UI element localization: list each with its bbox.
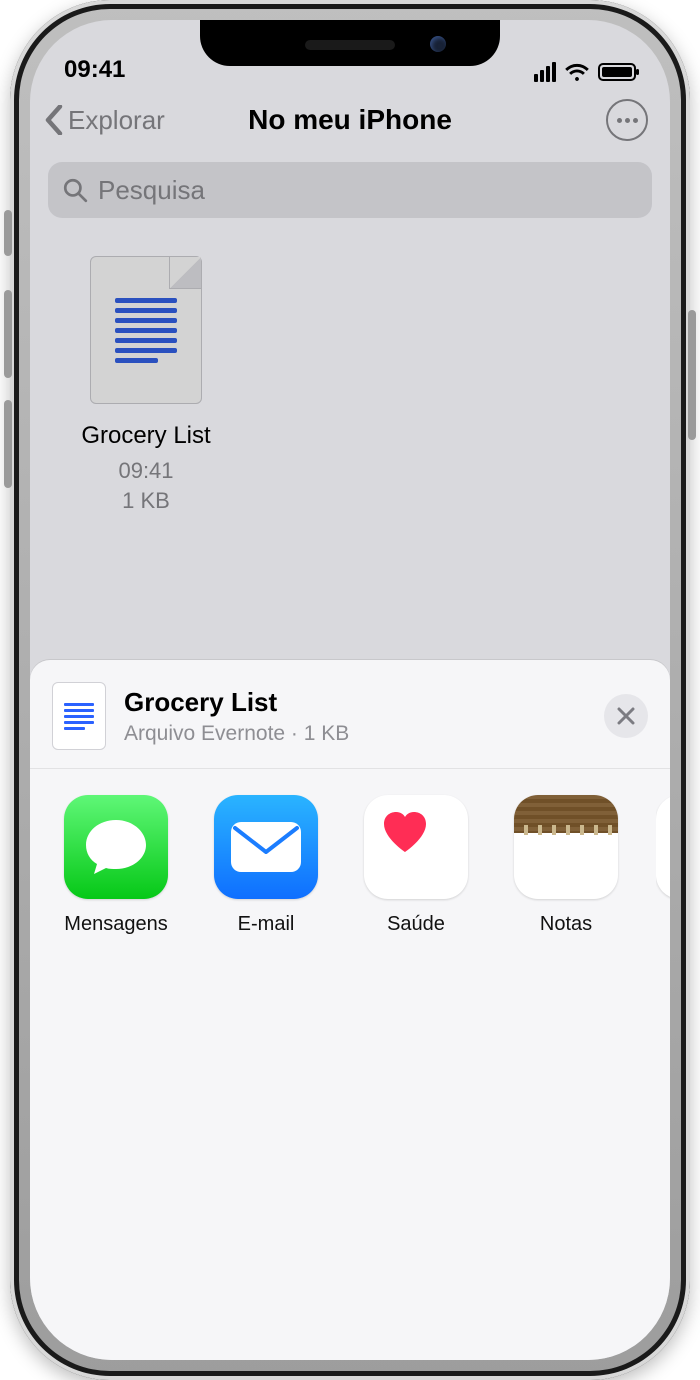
phone-frame: 09:41 Explorar No meu iPhone (10, 0, 690, 1380)
mail-icon (214, 795, 318, 899)
share-app-health[interactable]: Saúde (356, 795, 476, 936)
side-button (4, 400, 12, 488)
share-app-more[interactable] (656, 795, 670, 936)
close-button[interactable] (604, 694, 648, 738)
share-app-label: Notas (506, 913, 626, 936)
share-apps-row[interactable]: Mensagens E-mail Saúde (30, 769, 670, 946)
side-button (4, 290, 12, 378)
side-button (4, 210, 12, 256)
notes-icon (514, 795, 618, 899)
messages-icon (64, 795, 168, 899)
notch (200, 20, 500, 66)
share-header: Grocery List Arquivo Evernote · 1 KB (30, 660, 670, 769)
app-icon (656, 795, 670, 899)
share-app-label: Mensagens (56, 913, 176, 936)
health-icon (364, 795, 468, 899)
share-app-notes[interactable]: Notas (506, 795, 626, 936)
side-button (688, 310, 696, 440)
share-app-mail[interactable]: E-mail (206, 795, 326, 936)
share-app-messages[interactable]: Mensagens (56, 795, 176, 936)
share-app-label: E-mail (206, 913, 326, 936)
share-subtitle: Arquivo Evernote · 1 KB (124, 722, 586, 746)
close-icon (617, 707, 635, 725)
share-sheet: Grocery List Arquivo Evernote · 1 KB Men… (30, 660, 670, 1360)
share-app-label: Saúde (356, 913, 476, 936)
share-title: Grocery List (124, 687, 586, 718)
share-file-icon (52, 682, 106, 750)
screen: 09:41 Explorar No meu iPhone (30, 20, 670, 1360)
